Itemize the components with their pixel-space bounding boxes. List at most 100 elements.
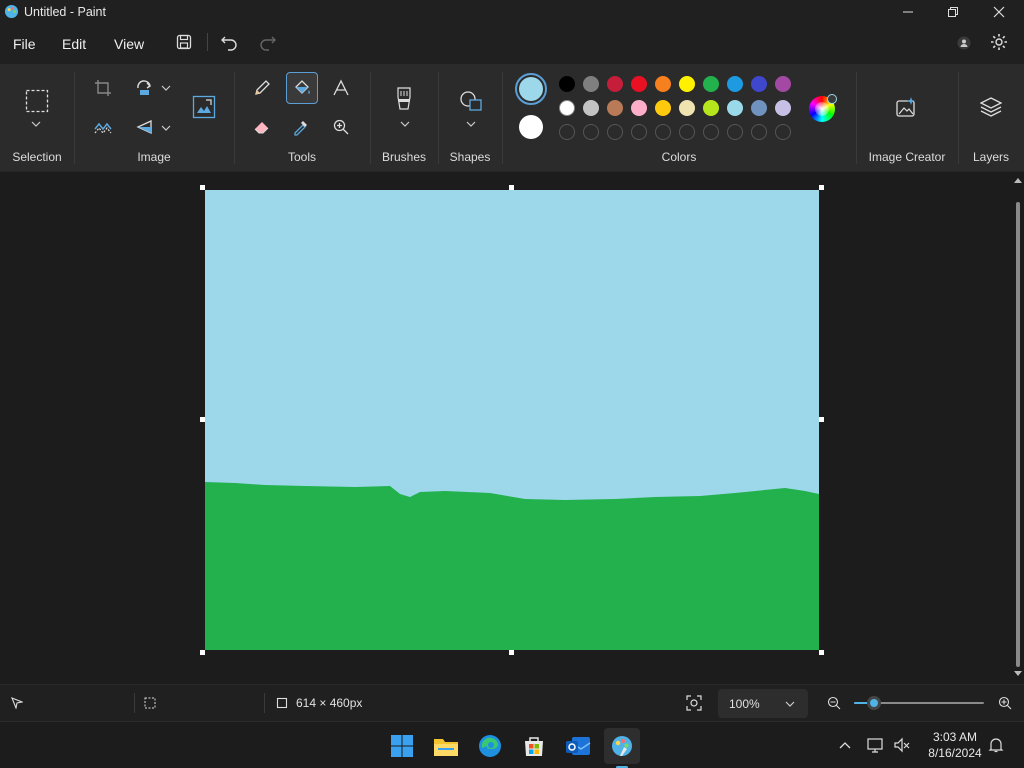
settings-button[interactable] <box>988 31 1010 53</box>
chevron-down-icon[interactable] <box>161 84 171 92</box>
palette-color-swatch[interactable] <box>655 100 671 116</box>
palette-color-swatch[interactable] <box>751 100 767 116</box>
custom-color-slot[interactable] <box>559 124 575 140</box>
zoom-slider-thumb[interactable] <box>866 696 881 710</box>
clock[interactable]: 3:03 AM 8/16/2024 <box>918 728 992 764</box>
palette-color-swatch[interactable] <box>583 100 599 116</box>
network-status-button[interactable] <box>866 736 886 754</box>
fit-to-window-button[interactable] <box>682 692 706 714</box>
menu-edit[interactable]: Edit <box>62 36 86 52</box>
drawing-canvas[interactable] <box>205 190 819 650</box>
primary-color-selector[interactable] <box>515 73 547 105</box>
palette-color-swatch[interactable] <box>679 100 695 116</box>
rotate-icon <box>137 80 152 95</box>
menu-file[interactable]: File <box>13 36 36 52</box>
resize-handle[interactable] <box>200 185 205 190</box>
palette-color-swatch[interactable] <box>775 100 791 116</box>
custom-color-slot[interactable] <box>607 124 623 140</box>
volume-button[interactable] <box>892 736 912 754</box>
restore-button[interactable] <box>930 0 976 24</box>
flip-button[interactable] <box>129 112 159 142</box>
palette-color-swatch[interactable] <box>583 76 599 92</box>
palette-color-swatch[interactable] <box>751 76 767 92</box>
color-picker-tool-button[interactable] <box>286 112 316 142</box>
close-button[interactable] <box>976 0 1022 24</box>
custom-color-slot[interactable] <box>703 124 719 140</box>
redo-button[interactable] <box>257 31 279 53</box>
image-creator-button[interactable] <box>891 92 921 122</box>
selection-tool-button[interactable] <box>22 86 52 116</box>
layers-button[interactable] <box>976 92 1006 122</box>
palette-color-swatch[interactable] <box>727 76 743 92</box>
save-button[interactable] <box>173 31 195 53</box>
scroll-up-icon[interactable] <box>1014 177 1022 183</box>
resize-handle[interactable] <box>509 185 514 190</box>
zoom-out-button[interactable] <box>824 693 844 713</box>
resize-handle[interactable] <box>819 185 824 190</box>
custom-color-slot[interactable] <box>583 124 599 140</box>
pencil-tool-button[interactable] <box>247 73 277 103</box>
crop-button[interactable] <box>88 73 118 103</box>
group-label-image-creator: Image Creator <box>868 150 946 164</box>
eraser-tool-button[interactable] <box>247 112 277 142</box>
chevron-down-icon[interactable] <box>31 120 41 128</box>
resize-handle[interactable] <box>819 417 824 422</box>
resize-handle[interactable] <box>819 650 824 655</box>
edit-colors-button[interactable] <box>809 94 837 122</box>
menu-view[interactable]: View <box>114 36 144 52</box>
zoom-in-button[interactable] <box>995 693 1015 713</box>
palette-color-swatch[interactable] <box>727 100 743 116</box>
vertical-scrollbar[interactable] <box>1012 172 1024 684</box>
zoom-select[interactable]: 100% <box>718 689 808 718</box>
magnifier-tool-button[interactable] <box>326 112 356 142</box>
crop-icon <box>95 80 111 96</box>
custom-color-slot[interactable] <box>679 124 695 140</box>
chevron-down-icon[interactable] <box>466 120 476 128</box>
brushes-button[interactable] <box>389 84 419 114</box>
scrollbar-thumb[interactable] <box>1016 202 1020 667</box>
custom-color-slot[interactable] <box>751 124 767 140</box>
start-button[interactable] <box>384 728 420 764</box>
shapes-button[interactable] <box>456 86 486 116</box>
palette-color-swatch[interactable] <box>559 76 575 92</box>
palette-color-swatch[interactable] <box>703 76 719 92</box>
zoom-slider[interactable] <box>854 695 984 711</box>
file-explorer-taskbar-button[interactable] <box>428 728 464 764</box>
paint-taskbar-button[interactable] <box>604 728 640 768</box>
ribbon-toolbar: Selection Image Tools Brushes Shapes Col… <box>0 64 1024 172</box>
palette-color-swatch[interactable] <box>703 100 719 116</box>
resize-handle[interactable] <box>509 650 514 655</box>
minimize-button[interactable] <box>885 0 931 24</box>
palette-color-swatch[interactable] <box>631 100 647 116</box>
custom-color-slot[interactable] <box>727 124 743 140</box>
undo-button[interactable] <box>218 31 240 53</box>
custom-color-slot[interactable] <box>775 124 791 140</box>
resize-handle[interactable] <box>200 650 205 655</box>
palette-color-swatch[interactable] <box>607 100 623 116</box>
text-tool-button[interactable] <box>326 73 356 103</box>
custom-color-slot[interactable] <box>631 124 647 140</box>
resize-handle[interactable] <box>200 417 205 422</box>
edge-taskbar-button[interactable] <box>472 728 508 764</box>
chevron-down-icon[interactable] <box>161 124 171 132</box>
secondary-color-swatch[interactable] <box>519 115 543 139</box>
image-background-button[interactable] <box>88 112 118 142</box>
palette-color-swatch[interactable] <box>631 76 647 92</box>
palette-color-swatch[interactable] <box>679 76 695 92</box>
palette-color-swatch[interactable] <box>775 76 791 92</box>
show-hidden-icons-button[interactable] <box>836 736 854 754</box>
fill-bucket-tool-button[interactable] <box>286 72 318 104</box>
rotate-button[interactable] <box>129 73 159 103</box>
palette-color-swatch[interactable] <box>655 76 671 92</box>
custom-color-slot[interactable] <box>655 124 671 140</box>
scroll-down-icon[interactable] <box>1014 671 1022 677</box>
chevron-down-icon[interactable] <box>400 120 410 128</box>
resize-button[interactable] <box>189 92 219 122</box>
palette-color-swatch[interactable] <box>607 76 623 92</box>
microsoft-store-taskbar-button[interactable] <box>516 728 552 764</box>
outlook-taskbar-button[interactable] <box>560 728 596 764</box>
undo-icon <box>221 36 237 51</box>
account-button[interactable] <box>953 32 975 54</box>
palette-color-swatch[interactable] <box>559 100 575 116</box>
notifications-button[interactable] <box>986 736 1006 754</box>
